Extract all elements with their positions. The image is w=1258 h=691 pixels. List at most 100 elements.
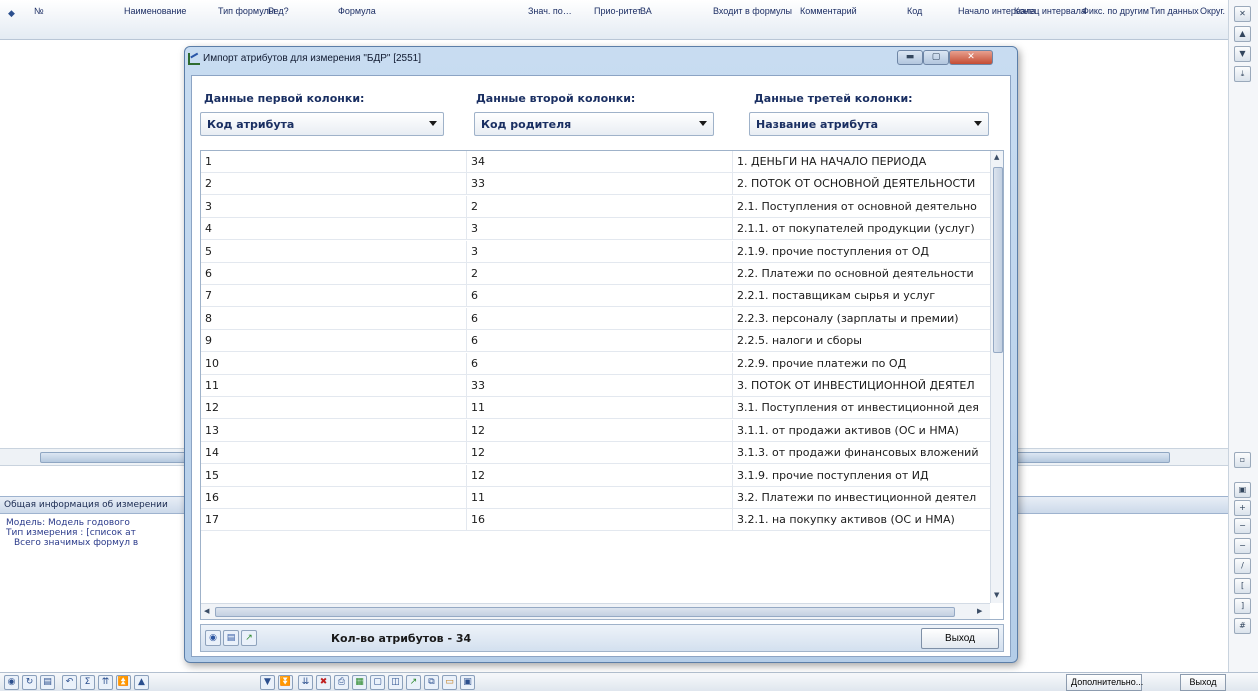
- table-row[interactable]: 5 3 2.1.9. прочие поступления от ОД: [201, 240, 990, 263]
- cell-attribute-name[interactable]: 2.2.3. персоналу (зарплаты и премии): [737, 308, 990, 329]
- copy-icon[interactable]: ⧉: [424, 675, 439, 690]
- cell-parent-code[interactable]: 12: [471, 419, 733, 441]
- text-icon[interactable]: #: [1234, 618, 1251, 634]
- info-icon[interactable]: ◉: [205, 630, 221, 646]
- scroll-end-icon[interactable]: ⤓: [1234, 66, 1251, 82]
- scroll-right-icon[interactable]: ▶: [977, 607, 982, 615]
- table-row[interactable]: 8 6 2.2.3. персоналу (зарплаты и премии): [201, 307, 990, 330]
- cell-attribute-name[interactable]: 2. ПОТОК ОТ ОСНОВНОЙ ДЕЯТЕЛЬНОСТИ: [737, 173, 990, 194]
- table-row[interactable]: 13 12 3.1.1. от продажи активов (ОС и НМА): [201, 419, 990, 442]
- sort-icon[interactable]: ⇈: [98, 675, 113, 690]
- cell-attribute-code[interactable]: 3: [205, 195, 467, 217]
- column-header-fixed[interactable]: Фикс. по другим: [1082, 6, 1149, 16]
- cell-attribute-name[interactable]: 1. ДЕНЬГИ НА НАЧАЛО ПЕРИОДА: [737, 151, 990, 172]
- cell-parent-code[interactable]: 2: [471, 195, 733, 217]
- move-down-icon[interactable]: ▼: [260, 675, 275, 690]
- scroll-up-icon[interactable]: ▲: [1234, 26, 1251, 42]
- cell-parent-code[interactable]: 12: [471, 464, 733, 486]
- slash-icon[interactable]: /: [1234, 558, 1251, 574]
- table-row[interactable]: 4 3 2.1.1. от покупателей продукции (услуг…: [201, 218, 990, 241]
- refresh-icon[interactable]: ↻: [22, 675, 37, 690]
- cell-parent-code[interactable]: 33: [471, 375, 733, 396]
- bracket-open-icon[interactable]: [: [1234, 578, 1251, 594]
- cell-parent-code[interactable]: 3: [471, 218, 733, 240]
- maximize-button[interactable]: ▢: [923, 50, 949, 65]
- main-exit-button[interactable]: Выход: [1180, 674, 1226, 691]
- scroll-left-icon[interactable]: ◀: [204, 607, 209, 615]
- cell-attribute-code[interactable]: 16: [205, 487, 467, 508]
- cell-attribute-name[interactable]: 3.1. Поступления от инвестиционной дея: [737, 397, 990, 418]
- column-header-va[interactable]: ВА: [640, 6, 652, 16]
- import-icon[interactable]: ↗: [241, 630, 257, 646]
- cell-parent-code[interactable]: 12: [471, 442, 733, 464]
- scroll-up-icon[interactable]: ▲: [994, 153, 999, 161]
- column-header-code[interactable]: Код: [907, 6, 922, 16]
- bracket-close-icon[interactable]: ]: [1234, 598, 1251, 614]
- cell-attribute-name[interactable]: 2.1.1. от покупателей продукции (услуг): [737, 218, 990, 239]
- document-icon[interactable]: ▤: [223, 630, 239, 646]
- cell-attribute-code[interactable]: 12: [205, 397, 467, 419]
- cell-parent-code[interactable]: 11: [471, 487, 733, 508]
- table-row[interactable]: 9 6 2.2.5. налоги и сборы: [201, 330, 990, 353]
- cell-attribute-name[interactable]: 3.2.1. на покупку активов (ОС и НМА): [737, 509, 990, 530]
- cell-attribute-name[interactable]: 3. ПОТОК ОТ ИНВЕСТИЦИОННОЙ ДЕЯТЕЛ: [737, 375, 990, 396]
- close-icon[interactable]: ✕: [1234, 6, 1251, 22]
- cell-attribute-code[interactable]: 8: [205, 307, 467, 329]
- column-header-number[interactable]: №: [34, 6, 44, 16]
- cell-attribute-code[interactable]: 11: [205, 375, 467, 396]
- cell-parent-code[interactable]: 6: [471, 285, 733, 307]
- cell-parent-code[interactable]: 6: [471, 352, 733, 374]
- cell-attribute-code[interactable]: 2: [205, 173, 467, 195]
- blank-icon[interactable]: −: [1234, 518, 1251, 534]
- print-icon[interactable]: ⎙: [334, 675, 349, 690]
- cell-attribute-name[interactable]: 3.1.1. от продажи активов (ОС и НМА): [737, 420, 990, 441]
- zoom-in-icon[interactable]: +: [1234, 500, 1251, 516]
- cell-attribute-code[interactable]: 17: [205, 509, 467, 531]
- cell-parent-code[interactable]: 2: [471, 263, 733, 284]
- cell-attribute-name[interactable]: 3.2. Платежи по инвестиционной деятел: [737, 487, 990, 508]
- minus-icon[interactable]: −: [1234, 538, 1251, 554]
- sort-desc-icon[interactable]: ⇊: [298, 675, 313, 690]
- table-row[interactable]: 16 11 3.2. Платежи по инвестиционной деяте…: [201, 487, 990, 509]
- column1-select[interactable]: Код атрибута: [200, 112, 444, 136]
- cell-attribute-name[interactable]: 2.2.1. поставщикам сырья и услуг: [737, 285, 990, 306]
- column-header-interval-end[interactable]: Конец интервала: [1014, 6, 1086, 16]
- table-row[interactable]: 12 11 3.1. Поступления от инвестиционной д…: [201, 397, 990, 420]
- cell-attribute-code[interactable]: 6: [205, 263, 467, 284]
- table-row[interactable]: 11 33 3. ПОТОК ОТ ИНВЕСТИЦИОННОЙ ДЕЯТЕЛ: [201, 375, 990, 397]
- table-row[interactable]: 15 12 3.1.9. прочие поступления от ИД: [201, 464, 990, 487]
- delete-icon[interactable]: ✖: [316, 675, 331, 690]
- cell-attribute-code[interactable]: 5: [205, 240, 467, 262]
- cell-attribute-code[interactable]: 7: [205, 285, 467, 307]
- table-row[interactable]: 1 34 1. ДЕНЬГИ НА НАЧАЛО ПЕРИОДА: [201, 151, 990, 173]
- table-row[interactable]: 17 16 3.2.1. на покупку активов (ОС и НМА): [201, 509, 990, 532]
- move-bottom-icon[interactable]: ⏬: [278, 675, 293, 690]
- dialog-exit-button[interactable]: Выход: [921, 628, 999, 649]
- document-icon[interactable]: ▢: [370, 675, 385, 690]
- save-icon[interactable]: ▣: [460, 675, 475, 690]
- cell-attribute-name[interactable]: 3.1.9. прочие поступления от ИД: [737, 465, 990, 486]
- column-header-name[interactable]: Наименование: [124, 6, 186, 16]
- cell-attribute-name[interactable]: 2.2.5. налоги и сборы: [737, 330, 990, 351]
- cell-attribute-name[interactable]: 2.1.9. прочие поступления от ОД: [737, 241, 990, 262]
- column-header-rounding[interactable]: Округ.: [1200, 6, 1225, 16]
- cell-parent-code[interactable]: 3: [471, 240, 733, 262]
- move-up-icon[interactable]: ▲: [134, 675, 149, 690]
- grid-vertical-scrollbar[interactable]: ▲ ▼: [990, 151, 1003, 603]
- column-header-formula[interactable]: Формула: [338, 6, 376, 16]
- cell-attribute-code[interactable]: 15: [205, 464, 467, 486]
- column-header-formula-type[interactable]: Тип формулы: [218, 6, 275, 16]
- table-row[interactable]: 6 2 2.2. Платежи по основной деятельности: [201, 263, 990, 285]
- cell-parent-code[interactable]: 11: [471, 397, 733, 419]
- close-button[interactable]: ✕: [949, 50, 993, 65]
- import-icon[interactable]: ↗: [406, 675, 421, 690]
- cell-attribute-name[interactable]: 2.2. Платежи по основной деятельности: [737, 263, 990, 284]
- cell-parent-code[interactable]: 33: [471, 173, 733, 195]
- column3-select[interactable]: Название атрибута: [749, 112, 989, 136]
- sigma-icon[interactable]: Σ: [80, 675, 95, 690]
- column-header-priority[interactable]: Прио-ритет: [594, 6, 641, 16]
- table-row[interactable]: 2 33 2. ПОТОК ОТ ОСНОВНОЙ ДЕЯТЕЛЬНОСТИ: [201, 173, 990, 196]
- scroll-corner-icon[interactable]: ▫: [1234, 452, 1251, 468]
- save-small-icon[interactable]: ▤: [40, 675, 55, 690]
- table-row[interactable]: 3 2 2.1. Поступления от основной деятельно: [201, 195, 990, 218]
